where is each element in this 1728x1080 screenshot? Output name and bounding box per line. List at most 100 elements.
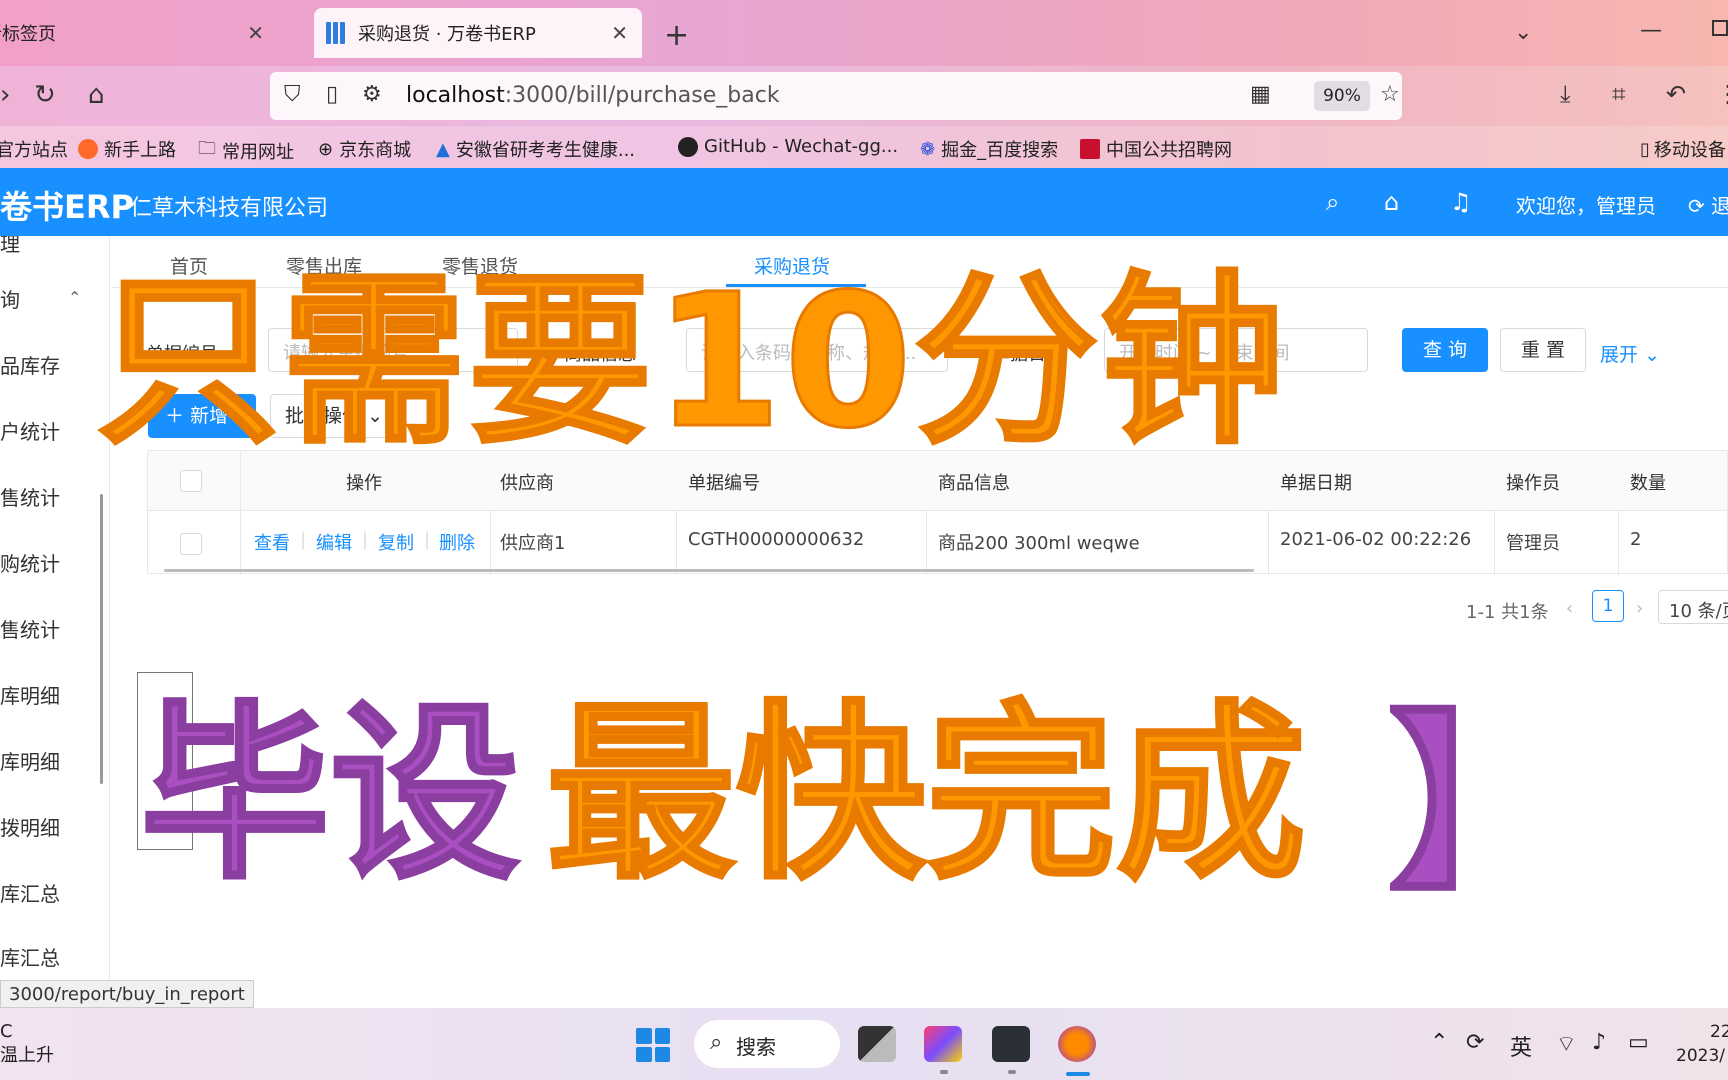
windows-start-icon[interactable] xyxy=(636,1028,670,1062)
task-view-icon[interactable] xyxy=(858,1026,896,1062)
star-icon[interactable]: ☆ xyxy=(1380,82,1400,107)
cell-bill-no: CGTH00000000632 xyxy=(688,529,865,550)
books-icon xyxy=(326,22,348,44)
expand-button[interactable]: 展开 ⌄ xyxy=(1600,340,1660,367)
firefox-icon[interactable] xyxy=(1058,1026,1096,1062)
cell-qty: 2 xyxy=(1630,529,1642,550)
query-button[interactable]: 查 询 xyxy=(1402,328,1488,372)
chevron-down-icon[interactable]: ⌄ xyxy=(1514,20,1532,45)
address-bar[interactable]: ⛉ ▯ ⚙ localhost:3000/bill/purchase_back … xyxy=(270,72,1402,120)
chevron-up-icon[interactable]: ⌃ xyxy=(1430,1030,1448,1055)
sidebar-item[interactable]: 出库明细 xyxy=(0,746,60,775)
bookmark-item[interactable]: 中国公共招聘网 xyxy=(1080,136,1232,162)
firefox-icon xyxy=(78,139,98,159)
ime-indicator[interactable]: 英 xyxy=(1510,1030,1532,1062)
status-link-preview: 3000/report/buy_in_report xyxy=(0,980,254,1008)
sidebar-item[interactable]: 商品库存 xyxy=(0,350,60,379)
page-icon[interactable]: ▯ xyxy=(326,82,338,107)
sidebar-item[interactable]: 客户统计 xyxy=(0,416,60,445)
baidu-icon: ❁ xyxy=(920,138,936,160)
welcome-text[interactable]: 欢迎您，管理员 xyxy=(1516,190,1656,219)
permissions-icon[interactable]: ⚙ xyxy=(362,82,382,107)
sync-icon[interactable]: ⟳ xyxy=(1466,1030,1484,1055)
menu-icon[interactable]: ⋮ xyxy=(1716,80,1728,108)
crop-icon[interactable]: ⌗ xyxy=(1612,80,1626,108)
overlay-caption-bracket: 】 xyxy=(1386,693,1579,917)
bell-icon[interactable]: ♫ xyxy=(1450,188,1472,216)
search-icon: ⌕ xyxy=(710,1030,723,1055)
home-icon[interactable]: ⌂ xyxy=(88,80,105,110)
close-icon[interactable]: ✕ xyxy=(247,21,264,45)
overlay-caption-graduation: 毕设 xyxy=(138,683,521,907)
row-checkbox[interactable] xyxy=(180,533,202,555)
page-size-select[interactable]: 10 条/页 xyxy=(1658,590,1728,624)
page-1-button[interactable]: 1 xyxy=(1592,590,1624,622)
sidebar-item[interactable]: 出库汇总 xyxy=(0,942,60,971)
column-header: 单据日期 xyxy=(1280,473,1352,494)
tab-new-tab[interactable]: 新标签页 ✕ xyxy=(0,8,300,58)
reset-button[interactable]: 重 置 xyxy=(1500,328,1586,372)
bookmark-item[interactable]: ▲ 安徽省研考考生健康... xyxy=(436,136,635,162)
maximize-icon[interactable] xyxy=(1712,20,1728,36)
sidebar-item[interactable]: 管理 xyxy=(0,236,20,257)
browser-nav-bar: › ↻ ⌂ ⛉ ▯ ⚙ localhost:3000/bill/purchase… xyxy=(0,66,1728,126)
edit-link[interactable]: 编辑 xyxy=(316,529,352,555)
url-text[interactable]: localhost:3000/bill/purchase_back xyxy=(406,83,780,108)
next-page-icon[interactable]: › xyxy=(1636,598,1643,619)
terminal-icon[interactable] xyxy=(992,1026,1030,1062)
bookmark-item[interactable]: ▯ 移动设备 xyxy=(1640,136,1726,162)
zoom-level[interactable]: 90% xyxy=(1314,81,1370,111)
minimize-icon[interactable]: — xyxy=(1640,18,1662,43)
cell-operator: 管理员 xyxy=(1506,533,1560,554)
battery-icon[interactable]: ▭ xyxy=(1628,1030,1649,1055)
sidebar-item[interactable]: 入库汇总 xyxy=(0,878,60,907)
overlay-caption-line1: 只需要10分钟 xyxy=(94,254,1287,471)
active-app-indicator xyxy=(1066,1072,1090,1076)
system-clock[interactable]: 22 2023/ xyxy=(1676,1020,1728,1068)
shield-icon[interactable]: ⛉ xyxy=(284,82,301,107)
sidebar-item[interactable]: 销售统计 xyxy=(0,482,60,511)
chevron-up-icon[interactable]: ⌃ xyxy=(68,288,81,307)
sidebar-item[interactable]: 零售统计 xyxy=(0,614,60,643)
qr-code-icon[interactable]: ▦ xyxy=(1250,82,1271,107)
sidebar-scrollbar[interactable] xyxy=(100,494,103,784)
sidebar-item[interactable]: 调拨明细 xyxy=(0,812,60,841)
undo-icon[interactable]: ↶ xyxy=(1666,80,1686,108)
taskbar-search[interactable]: ⌕ 搜索 xyxy=(694,1020,840,1068)
folder-icon: 🗀 xyxy=(198,138,216,159)
sidebar-item[interactable]: 入库明细 xyxy=(0,680,60,709)
view-link[interactable]: 查看 xyxy=(254,529,290,555)
volume-icon[interactable]: ♪ xyxy=(1592,1030,1606,1055)
weather-widget[interactable]: C 温上升 xyxy=(0,1020,54,1068)
table-horizontal-scrollbar[interactable] xyxy=(164,569,1254,572)
globe-icon: ⊕ xyxy=(318,138,334,160)
column-header: 操作员 xyxy=(1506,473,1560,494)
pagination-summary: 1-1 共1条 xyxy=(1466,602,1549,623)
bookmark-item[interactable]: 新手上路 xyxy=(78,136,176,162)
close-icon[interactable]: ✕ xyxy=(611,21,628,45)
bookmark-item[interactable]: 🗀 常用网址 xyxy=(198,136,294,166)
bookmark-item[interactable]: 官方站点 xyxy=(0,136,68,162)
tab-purchase-back[interactable]: 采购退货 · 万卷书ERP ✕ xyxy=(314,8,642,58)
logout-button[interactable]: ⟳ 退出 xyxy=(1688,190,1728,219)
new-tab-button[interactable]: + xyxy=(664,18,689,53)
bookmark-item[interactable]: GitHub - Wechat-gg... xyxy=(678,136,898,157)
cell-supplier: 供应商1 xyxy=(500,533,566,554)
intellij-icon[interactable] xyxy=(924,1026,962,1062)
column-header: 数量 xyxy=(1630,473,1666,494)
wifi-icon[interactable]: ⌔ xyxy=(1556,1030,1577,1058)
bookmark-item[interactable]: ⊕ 京东商城 xyxy=(318,136,411,162)
prev-page-icon[interactable]: ‹ xyxy=(1566,598,1573,619)
delete-link[interactable]: 删除 xyxy=(439,529,475,555)
tab-title: 新标签页 xyxy=(0,24,56,45)
copy-link[interactable]: 复制 xyxy=(378,529,414,555)
reload-icon[interactable]: ↻ xyxy=(34,80,56,110)
sidebar-item[interactable]: 查询 xyxy=(0,284,20,313)
search-icon[interactable]: ⌕ xyxy=(1326,188,1339,216)
bookmark-item[interactable]: ❁ 掘金_百度搜索 xyxy=(920,136,1058,162)
forward-icon[interactable]: › xyxy=(0,80,10,110)
sidebar-item[interactable]: 采购统计 xyxy=(0,548,60,577)
bank-icon[interactable]: ⌂ xyxy=(1384,188,1399,216)
download-icon[interactable]: ⤓ xyxy=(1560,80,1571,108)
url-host: localhost xyxy=(406,83,505,108)
